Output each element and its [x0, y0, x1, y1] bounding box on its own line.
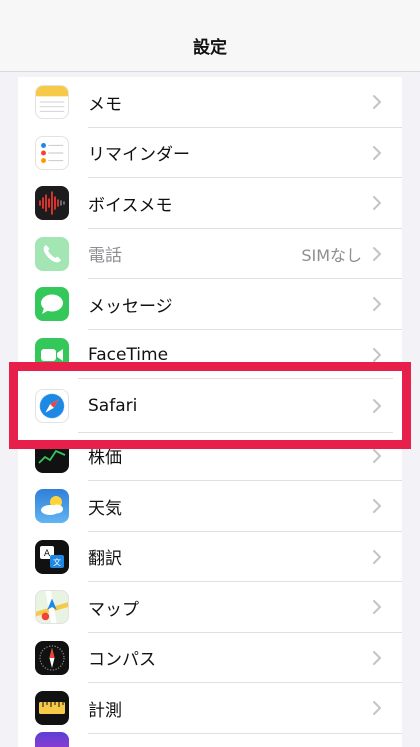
- chevron-right-icon: [373, 448, 381, 463]
- chevron-right-icon: [373, 347, 381, 362]
- row-label: マップ: [88, 599, 139, 620]
- chevron-right-icon: [373, 246, 381, 261]
- row-separator: [78, 378, 393, 379]
- row-label: Safari: [88, 395, 138, 416]
- row-value: SIMなし: [301, 245, 362, 265]
- chevron-right-icon: [373, 297, 381, 312]
- settings-row-safari-highlighted[interactable]: Safari: [9, 362, 411, 449]
- phone-icon: [35, 236, 69, 271]
- row-label: メモ: [88, 94, 122, 115]
- row-label: メッセージ: [88, 296, 173, 317]
- settings-row-measure[interactable]: 計測: [18, 683, 402, 734]
- settings-row-next-partial[interactable]: [18, 731, 402, 747]
- chevron-right-icon: [373, 499, 381, 514]
- row-label: 天気: [88, 498, 122, 519]
- row-separator: [78, 432, 393, 433]
- chevron-right-icon: [373, 701, 381, 716]
- settings-row-notes[interactable]: メモ: [18, 77, 402, 128]
- translate-icon: A 文: [35, 539, 69, 574]
- voice-memos-icon: [35, 186, 69, 221]
- chevron-right-icon: [373, 650, 381, 665]
- svg-text:A: A: [44, 549, 51, 559]
- chevron-right-icon: [373, 600, 381, 615]
- chevron-right-icon: [373, 398, 381, 413]
- row-label: ボイスメモ: [88, 195, 173, 216]
- settings-row-weather[interactable]: 天気: [18, 481, 402, 532]
- settings-row-compass[interactable]: コンパス: [18, 633, 402, 683]
- row-label: 翻訳: [88, 549, 122, 570]
- reminders-icon: [35, 135, 69, 170]
- row-label: リマインダー: [88, 145, 190, 166]
- settings-row-maps[interactable]: マップ: [18, 582, 402, 633]
- chevron-right-icon: [373, 196, 381, 211]
- chevron-right-icon: [373, 549, 381, 564]
- svg-text:文: 文: [53, 557, 61, 567]
- chevron-right-icon: [373, 95, 381, 110]
- app-icon: [35, 731, 69, 747]
- settings-row-voice-memos[interactable]: ボイスメモ: [18, 178, 402, 229]
- settings-row-reminders[interactable]: リマインダー: [18, 128, 402, 178]
- safari-icon: [35, 388, 69, 423]
- row-label: コンパス: [88, 650, 156, 671]
- chevron-right-icon: [373, 145, 381, 160]
- maps-icon: [35, 590, 69, 625]
- measure-icon: [35, 691, 69, 726]
- notes-icon: [35, 85, 69, 120]
- messages-icon: [35, 287, 69, 322]
- settings-row-translate[interactable]: A 文 翻訳: [18, 532, 402, 582]
- weather-icon: [35, 489, 69, 524]
- row-label: 電話: [88, 246, 122, 267]
- row-label: 計測: [88, 700, 122, 721]
- settings-row-phone[interactable]: 電話 SIMなし: [18, 229, 402, 279]
- page-title: 設定: [193, 38, 227, 58]
- settings-row-messages[interactable]: メッセージ: [18, 279, 402, 330]
- compass-icon: [35, 640, 69, 675]
- navigation-bar: 設定: [0, 0, 420, 72]
